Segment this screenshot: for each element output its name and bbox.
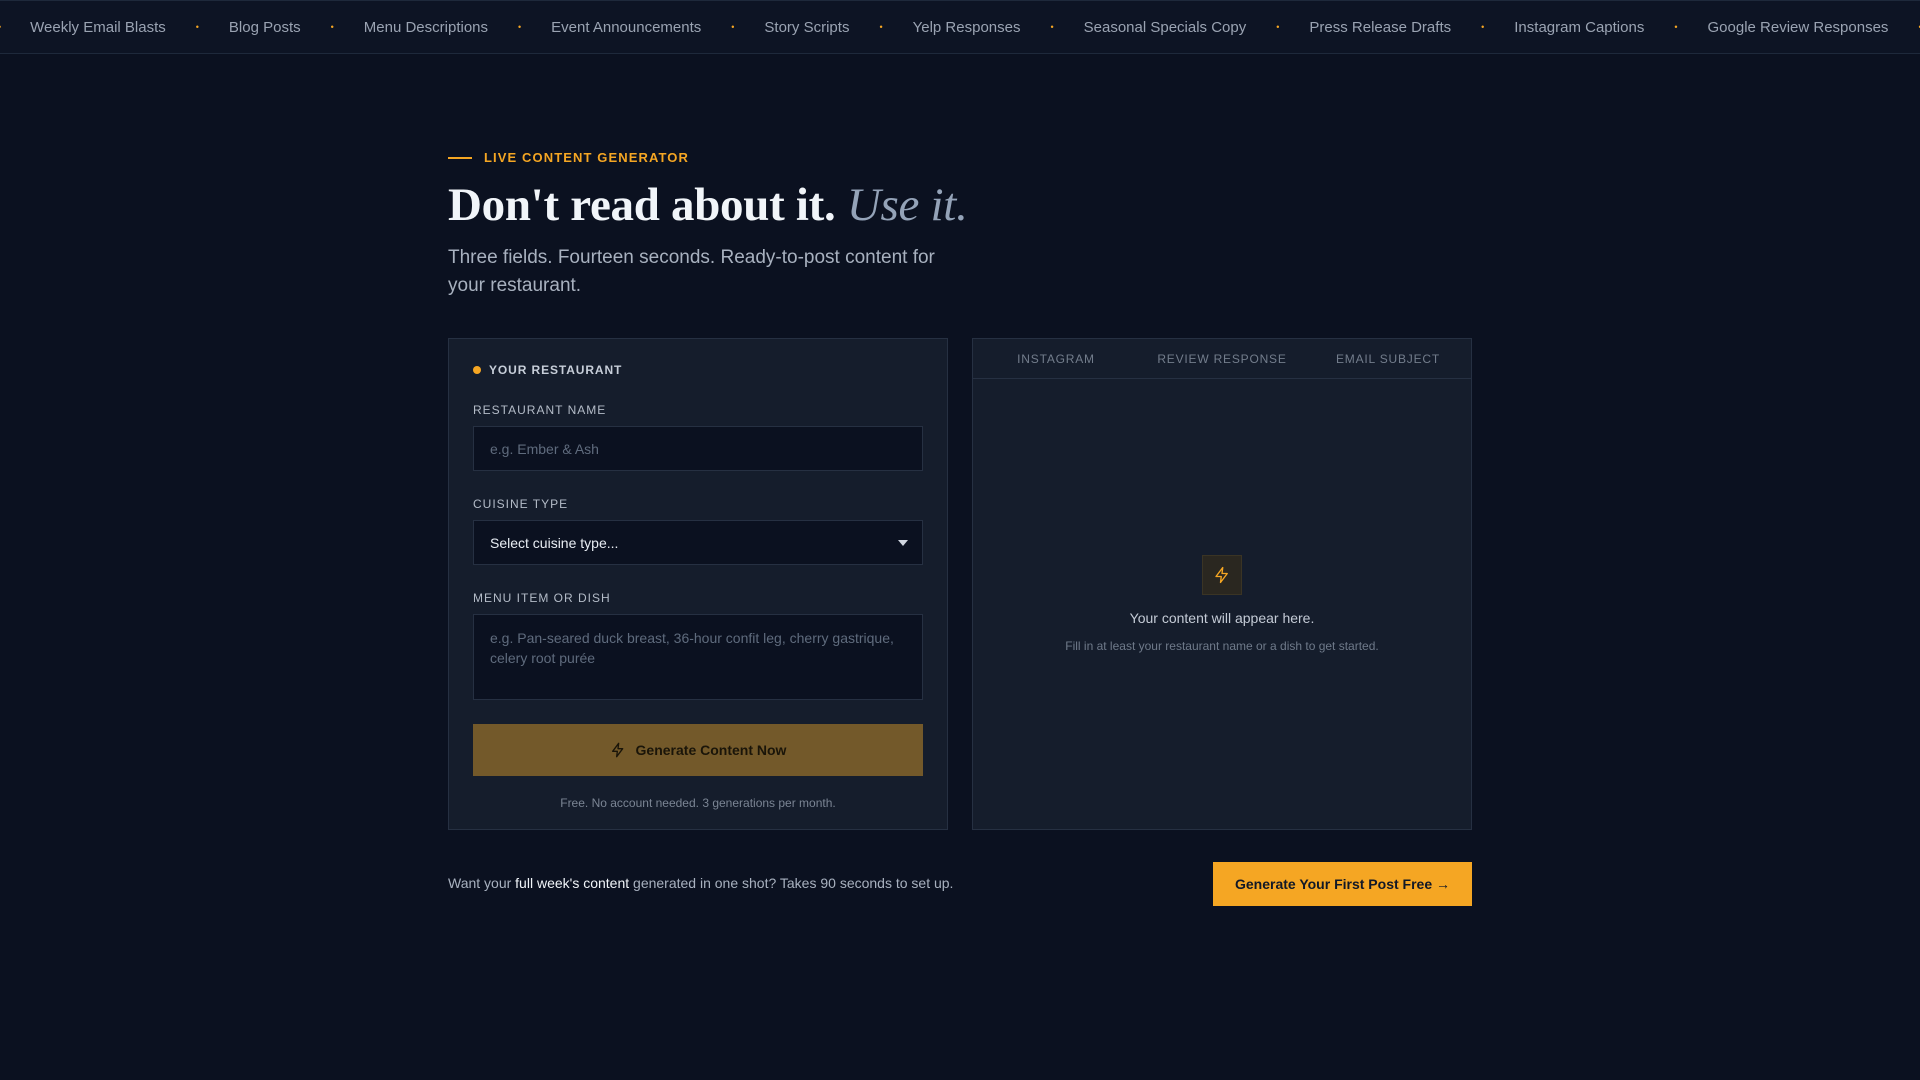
generate-content-button[interactable]: Generate Content Now [473, 724, 923, 776]
headline-main: Don't read about it. [448, 179, 836, 231]
marquee-item: Weekly Email Blasts [30, 18, 166, 36]
lightning-icon [1202, 555, 1242, 595]
separator-dot-icon: • [0, 22, 1, 32]
tab-instagram[interactable]: INSTAGRAM [973, 339, 1139, 378]
separator-dot-icon: • [879, 22, 883, 32]
generate-content-label: Generate Content Now [635, 742, 787, 758]
tab-email-subject[interactable]: EMAIL SUBJECT [1305, 339, 1471, 378]
separator-dot-icon: • [330, 22, 334, 32]
separator-dot-icon: • [1481, 22, 1485, 32]
status-dot-icon [473, 366, 481, 374]
output-panel: INSTAGRAM REVIEW RESPONSE EMAIL SUBJECT … [972, 338, 1472, 830]
marquee-item: Instagram Captions [1514, 18, 1645, 36]
restaurant-form-panel: YOUR RESTAURANT RESTAURANT NAME CUISINE … [448, 338, 948, 830]
marquee-item: Seasonal Specials Copy [1083, 18, 1247, 36]
marquee-item: Google Review Responses [1707, 18, 1889, 36]
eyebrow-line [448, 156, 472, 159]
menu-item-textarea[interactable] [473, 614, 923, 700]
fine-print: Free. No account needed. 3 generations p… [560, 796, 836, 810]
cta-text-emphasis: full week's content [515, 875, 630, 891]
lightning-icon [611, 742, 623, 758]
marquee-item: Yelp Responses [912, 18, 1021, 36]
generate-first-post-button[interactable]: Generate Your First Post Free → [1213, 862, 1472, 906]
output-tabs: INSTAGRAM REVIEW RESPONSE EMAIL SUBJECT [973, 339, 1471, 379]
restaurant-name-label: RESTAURANT NAME [473, 403, 607, 417]
separator-dot-icon: • [1674, 22, 1678, 32]
form-section-label-text: YOUR RESTAURANT [489, 363, 623, 377]
chevron-down-icon [898, 539, 908, 546]
separator-dot-icon: • [1050, 22, 1054, 32]
menu-item-label: MENU ITEM OR DISH [473, 591, 611, 605]
separator-dot-icon: • [195, 22, 199, 32]
tab-review-response[interactable]: REVIEW RESPONSE [1139, 339, 1305, 378]
empty-state: Your content will appear here. Fill in a… [973, 555, 1471, 653]
cuisine-type-select[interactable]: Select cuisine type... [473, 520, 923, 565]
form-section-label: YOUR RESTAURANT [473, 363, 923, 377]
eyebrow: LIVE CONTENT GENERATOR [448, 150, 1472, 165]
separator-dot-icon: • [1276, 22, 1280, 32]
marquee-item: Story Scripts [764, 18, 850, 36]
marquee-track: • Weekly Email Blasts • Blog Posts • Menu Des… [0, 1, 1920, 53]
separator-dot-icon: • [731, 22, 735, 32]
marquee-item: Blog Posts [228, 18, 301, 36]
hero-section: LIVE CONTENT GENERATOR Don't read about … [448, 150, 1472, 300]
cuisine-type-value: Select cuisine type... [490, 534, 619, 551]
page-title: Don't read about it. Use it. [448, 178, 1472, 232]
content-type-marquee: • Weekly Email Blasts • Blog Posts • Menu Des… [0, 0, 1920, 54]
marquee-item: Press Release Drafts [1309, 18, 1452, 36]
cuisine-type-label: CUISINE TYPE [473, 497, 569, 511]
separator-dot-icon: • [518, 22, 522, 32]
eyebrow-text: LIVE CONTENT GENERATOR [484, 150, 690, 165]
marquee-item: Event Announcements [551, 18, 702, 36]
marquee-item: Menu Descriptions [363, 18, 488, 36]
headline-alt: Use it. [846, 179, 968, 231]
cta-text: Want your full week's content generated … [448, 875, 953, 891]
empty-state-subtitle: Fill in at least your restaurant name or… [1065, 639, 1379, 653]
cta-text-before: Want your [448, 875, 512, 891]
page-subtitle: Three fields. Fourteen seconds. Ready-to… [448, 247, 935, 296]
cta-text-after: generated in one shot? Takes 90 seconds … [633, 875, 954, 891]
empty-state-title: Your content will appear here. [1129, 610, 1315, 626]
restaurant-name-input[interactable] [473, 426, 923, 471]
